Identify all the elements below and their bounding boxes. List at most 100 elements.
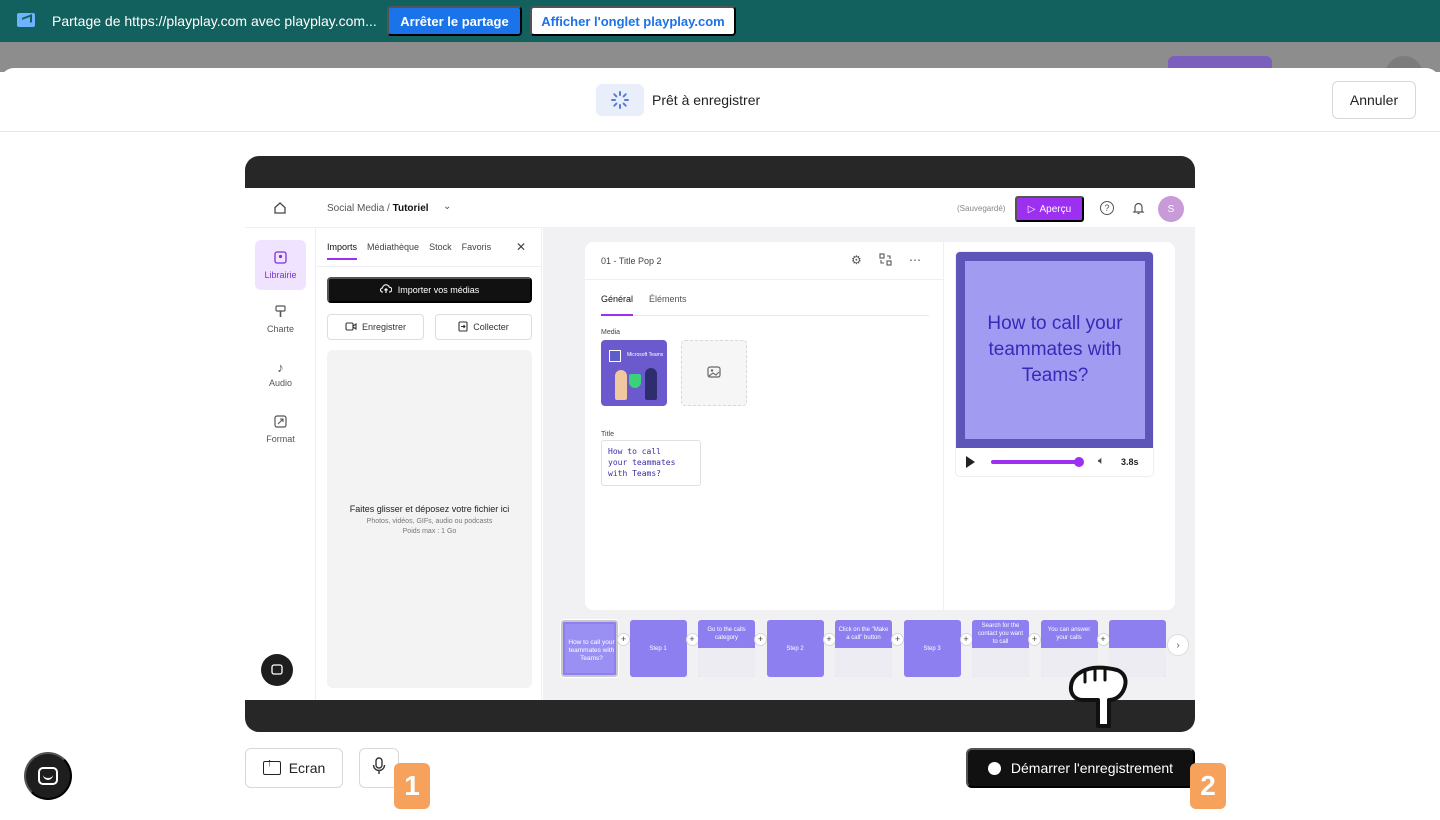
workspace: 01 - Title Pop 2 ⚙ ⋯ Général Éléments Me… [543,228,1195,700]
start-recording-button[interactable]: Démarrer l'enregistrement [966,748,1195,788]
show-tab-button[interactable]: Afficher l'onglet playplay.com [530,6,736,36]
add-scene-button[interactable]: + [822,633,836,646]
saved-status: (Sauvegardé) [957,204,1006,213]
breadcrumb-separator: / [384,203,393,214]
person-illustration [645,368,657,400]
dropzone-title: Faites glisser et déposez votre fichier … [349,504,510,514]
breadcrumb-current: Tutoriel [392,203,429,214]
timeline-slide-label: You can answer your calls [1047,627,1091,641]
nav-item-audio[interactable]: ♪ Audio [255,349,306,399]
chat-support-icon[interactable] [261,654,293,686]
slide-screenshot-area [698,648,755,677]
chevron-down-icon[interactable]: ⌄ [443,201,451,212]
timeline-slide[interactable]: Step 3 [903,620,961,677]
timeline-slide[interactable]: Step 1 [629,620,687,677]
share-status-text: Partage de https://playplay.com avec pla… [52,13,377,29]
home-icon[interactable] [273,201,287,215]
recording-status-text: Prêt à enregistrer [652,92,761,108]
timeline-slide-label: How to call your teammates with Teams? [568,638,615,662]
nav-item-format[interactable]: Format [255,404,306,454]
nav-item-charte[interactable]: Charte [255,294,306,344]
chevron-right-icon[interactable]: › [1167,634,1189,656]
cloud-upload-icon [379,284,393,296]
pointer-hand-icon [1068,665,1128,728]
breadcrumb[interactable]: Social Media / Tutoriel [327,203,429,214]
add-scene-button[interactable]: + [1096,633,1110,646]
loading-spinner-icon [596,84,644,116]
progress-fill [991,460,1079,464]
scene-editor-tabs: Général Éléments [601,294,687,304]
library-tabs: Imports Médiathèque Stock Favoris [327,242,491,260]
tab-general[interactable]: Général [601,294,633,304]
playplay-app: Social Media / Tutoriel ⌄ (Sauvegardé) ▷… [245,188,1195,700]
media-thumbnail-text: Microsoft Teams [627,352,664,358]
tab-stock[interactable]: Stock [429,242,452,260]
timeline-slide-label: Click on the "Make a call" button [838,627,889,641]
video-progress-bar[interactable] [991,457,1084,467]
person-illustration [615,370,627,400]
close-icon[interactable]: ✕ [516,240,526,254]
video-duration: 3.8s [1121,457,1139,467]
timeline-slide[interactable]: Go to the calls category [698,620,755,677]
timeline-slide[interactable]: Search for the contact you want to call [972,620,1029,677]
swap-template-icon[interactable] [879,253,892,269]
dropzone-subtitle: Photos, vidéos, GIFs, audio ou podcasts [366,518,493,525]
add-scene-button[interactable]: + [1028,633,1041,646]
record-button[interactable]: Enregistrer [327,314,424,340]
nav-label: Librairie [264,269,297,280]
tab-elements[interactable]: Éléments [649,294,687,304]
volume-icon[interactable]: 🔈︎ [1098,455,1105,468]
add-scene-button[interactable]: + [891,633,904,646]
screen-source-button[interactable]: Ecran [245,748,343,788]
bell-icon[interactable] [1132,201,1145,218]
screen-share-bar: Partage de https://playplay.com avec pla… [0,0,1440,42]
slide-screenshot-area [835,648,892,677]
video-player: How to call your teammates with Teams? 🔈… [956,252,1153,476]
nav-item-librairie[interactable]: Librairie [255,240,306,290]
add-scene-button[interactable]: + [959,633,973,646]
media-thumbnail[interactable]: Microsoft Teams [601,340,667,406]
timeline-slide-label: Go to the calls category [707,627,746,641]
library-panel: Imports Médiathèque Stock Favoris ✕ Impo… [317,228,542,700]
help-icon[interactable]: ? [1100,201,1114,215]
tab-favoris[interactable]: Favoris [462,242,492,260]
add-scene-button[interactable]: + [754,633,767,646]
play-icon[interactable] [966,456,975,468]
tab-imports[interactable]: Imports [327,242,358,260]
cancel-button[interactable]: Annuler [1332,81,1416,119]
screen-preview: Social Media / Tutoriel ⌄ (Sauvegardé) ▷… [245,156,1195,732]
divider [317,266,542,267]
resize-icon [274,414,287,430]
video-preview-pane: How to call your teammates with Teams? 🔈… [943,242,1175,610]
more-options-icon[interactable]: ⋯ [909,253,921,267]
add-scene-button[interactable]: + [685,633,699,646]
timeline-slide-label: Step 1 [649,645,667,652]
progress-handle[interactable] [1074,457,1084,467]
timeline-slide[interactable]: Click on the "Make a call" button [835,620,892,677]
video-camera-icon [345,321,357,333]
screen-source-label: Ecran [288,760,326,776]
active-tab-indicator [601,314,633,316]
import-media-label: Importer vos médias [397,285,480,295]
collect-button[interactable]: Collecter [435,314,532,340]
scene-editor-header: 01 - Title Pop 2 ⚙ ⋯ [585,242,943,280]
chat-support-button[interactable] [24,752,72,800]
preview-button[interactable]: ▷ Aperçu [1015,196,1084,222]
timeline-slide[interactable]: How to call your teammates with Teams? [560,619,619,678]
library-icon [274,250,287,266]
music-note-icon: ♪ [277,359,284,375]
add-media-slot[interactable] [681,340,747,406]
left-nav: Librairie Charte ♪ Audio Format [245,228,316,700]
image-placeholder-icon [707,365,721,381]
tab-mediatheque[interactable]: Médiathèque [367,242,419,260]
microphone-button[interactable] [359,748,399,788]
file-dropzone[interactable]: Faites glisser et déposez votre fichier … [327,350,532,688]
avatar[interactable]: S [1158,196,1184,222]
play-outline-icon: ▷ [1027,203,1036,215]
title-input[interactable]: How to call your teammates with Teams? [601,440,701,486]
add-scene-button[interactable]: + [617,633,630,646]
stop-sharing-button[interactable]: Arrêter le partage [387,6,522,36]
import-media-button[interactable]: Importer vos médias [327,277,532,303]
gear-icon[interactable]: ⚙ [851,253,862,267]
timeline-slide[interactable]: Step 2 [766,620,824,677]
